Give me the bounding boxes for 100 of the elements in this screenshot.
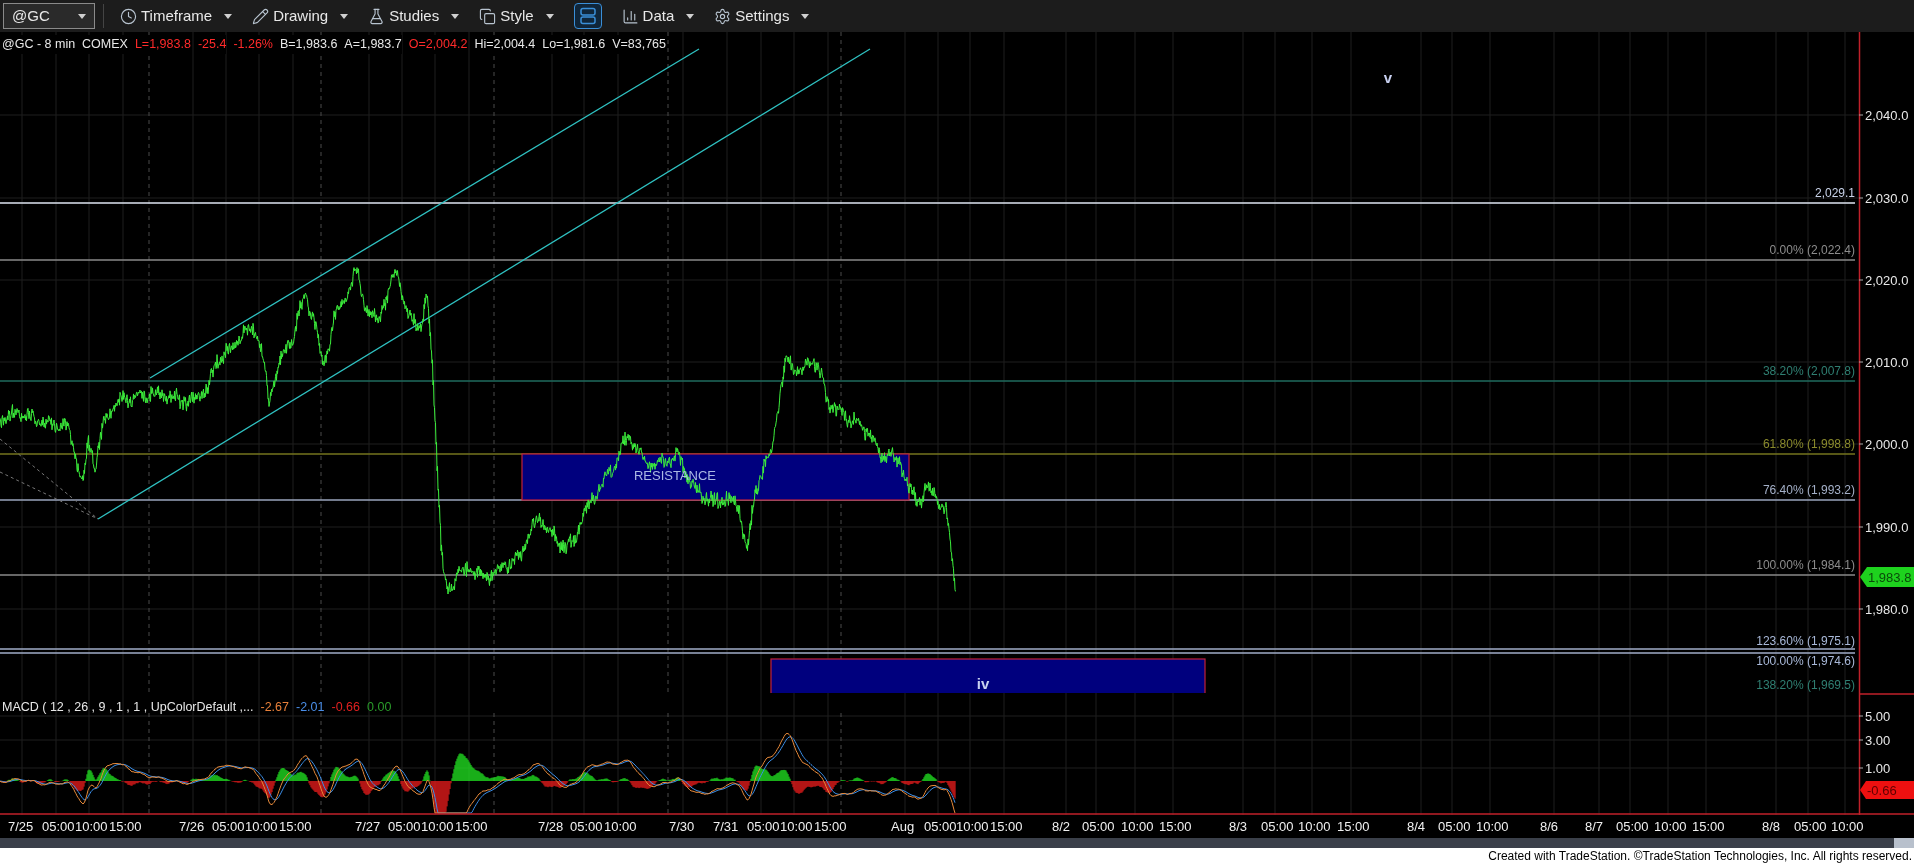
time-axis-label: 05:00 <box>747 819 780 834</box>
quote-value: Lo=1,981.6 <box>542 35 606 54</box>
time-axis-label: 15:00 <box>279 819 312 834</box>
time-axis-label: 10:00 <box>1831 819 1864 834</box>
symbol-dropdown[interactable]: @GC <box>3 3 95 29</box>
bar-chart-icon <box>621 7 639 25</box>
horizontal-scrollbar[interactable] <box>0 838 1914 848</box>
toolbar-menu-button[interactable]: Drawing <box>244 2 357 30</box>
time-axis-label: 10:00 <box>1298 819 1331 834</box>
price-axis-label: 2,040.0 <box>1865 108 1909 123</box>
indicator-title: MACD ( 12 , 26 , 9 , 1 , 1 , UpColorDefault ,... <box>2 699 254 716</box>
toolbar-menu-button[interactable]: Style <box>471 2 562 30</box>
toolbar-menu-button[interactable]: Studies <box>360 2 468 30</box>
indicator-value: -2.01 <box>296 699 325 716</box>
caret-icon <box>451 13 460 19</box>
time-axis-label: 7/27 <box>355 819 381 834</box>
quote-value: Hi=2,004.4 <box>474 35 536 54</box>
time-axis-label: 05:00 <box>1082 819 1115 834</box>
time-axis-label: 8/4 <box>1407 819 1426 834</box>
toolbar-menu-button[interactable]: Settings <box>706 2 818 30</box>
level-label: 123.60% (1,975.1) <box>1756 634 1855 648</box>
time-axis-label: 7/26 <box>179 819 205 834</box>
time-axis-label: 05:00 <box>388 819 421 834</box>
level-label: 100.00% (1,984.1) <box>1756 558 1855 572</box>
quote-value: -25.4 <box>197 35 227 54</box>
price-axis-label: 2,030.0 <box>1865 191 1909 206</box>
time-axis-label: 15:00 <box>1159 819 1192 834</box>
macd-value-badge: -0.66 <box>1860 781 1914 799</box>
quote-value: B=1,983.6 <box>280 35 338 54</box>
time-axis-label: 10:00 <box>1654 819 1687 834</box>
caret-icon <box>78 13 86 19</box>
price-axis-label: 2,010.0 <box>1865 355 1909 370</box>
time-axis-label: 15:00 <box>814 819 847 834</box>
price-axis-label: 1,980.0 <box>1865 602 1909 617</box>
time-axis-label: 05:00 <box>1438 819 1471 834</box>
settings-icon <box>714 7 732 25</box>
price-axis-label: 2,000.0 <box>1865 437 1909 452</box>
macd-axis-label: 5.00 <box>1865 709 1891 724</box>
level-label: 100.00% (1,974.6) <box>1756 654 1855 668</box>
layout-toggle[interactable] <box>573 3 602 29</box>
clock-icon <box>120 7 137 25</box>
flask-icon <box>368 7 386 25</box>
time-axis-label: 7/28 <box>538 819 564 834</box>
time-axis-label: 05:00 <box>42 819 75 834</box>
level-label: 0.00% (2,022.4) <box>1769 243 1855 257</box>
level-label: 61.80% (1,998.8) <box>1762 437 1855 451</box>
indicator-value: -2.67 <box>260 699 289 716</box>
time-axis-label: 8/3 <box>1229 819 1248 834</box>
layout-icon <box>578 7 597 25</box>
time-axis-label: Aug <box>891 819 915 834</box>
time-axis-label: 8/8 <box>1762 819 1781 834</box>
toolbar-menu-button[interactable]: Data <box>613 2 703 30</box>
level-label: 38.20% (2,007.8) <box>1762 364 1855 378</box>
wave-label: iv <box>976 675 990 692</box>
time-axis-label: 05:00 <box>1261 819 1294 834</box>
quote-value: V=83,765 <box>612 35 666 54</box>
scrollbar-thumb[interactable] <box>1894 838 1914 848</box>
time-axis-label: 05:00 <box>570 819 603 834</box>
time-axis-label: 15:00 <box>455 819 488 834</box>
indicator-value: 0.00 <box>367 699 392 716</box>
price-axis-label: 1,990.0 <box>1865 520 1909 535</box>
price-axis-label: 2,020.0 <box>1865 273 1909 288</box>
time-axis-label: 15:00 <box>109 819 142 834</box>
wave-label: v <box>1383 69 1393 86</box>
quote-value: @GC - 8 min COMEX <box>2 35 128 54</box>
last-price-badge: 1,983.8 <box>1860 567 1914 587</box>
time-axis-label: 05:00 <box>1616 819 1649 834</box>
time-axis-label: 15:00 <box>1692 819 1725 834</box>
time-axis-label: 7/31 <box>713 819 739 834</box>
quote-value: A=1,983.7 <box>344 35 402 54</box>
level-label: 76.40% (1,993.2) <box>1762 483 1855 497</box>
caret-icon <box>340 13 349 19</box>
time-axis-label: 10:00 <box>421 819 454 834</box>
toolbar-menu-button[interactable]: Timeframe <box>112 2 241 30</box>
macd-axis-label: 3.00 <box>1865 733 1891 748</box>
caret-icon <box>801 13 810 19</box>
time-axis-label: 15:00 <box>1337 819 1370 834</box>
quote-value: -1.26% <box>233 35 273 54</box>
time-axis-label: 10:00 <box>780 819 813 834</box>
time-axis-label: 8/7 <box>1585 819 1604 834</box>
time-axis-label: 05:00 <box>212 819 245 834</box>
caret-icon <box>224 13 233 19</box>
time-axis-label: 7/30 <box>669 819 695 834</box>
caret-icon <box>545 13 554 19</box>
time-axis-label: 8/2 <box>1052 819 1071 834</box>
squares-icon <box>479 7 497 25</box>
quote-value: L=1,983.8 <box>134 35 191 54</box>
pencil-icon <box>252 7 270 25</box>
copyright-text: Created with TradeStation. ©TradeStation Technologies, Inc. All rights reserved. <box>1488 849 1912 862</box>
time-axis-label: 10:00 <box>1476 819 1509 834</box>
time-axis-label: 10:00 <box>604 819 637 834</box>
time-axis-label: 10:00 <box>245 819 278 834</box>
level-label: 2,029.1 <box>1814 186 1855 200</box>
time-axis-label: 8/6 <box>1540 819 1559 834</box>
time-axis-label: 10:00 <box>956 819 989 834</box>
time-axis-label: 10:00 <box>75 819 108 834</box>
level-label: 138.20% (1,969.5) <box>1756 678 1855 692</box>
time-axis-label: 10:00 <box>1121 819 1154 834</box>
time-axis-label: 05:00 <box>924 819 957 834</box>
caret-icon <box>686 13 695 19</box>
